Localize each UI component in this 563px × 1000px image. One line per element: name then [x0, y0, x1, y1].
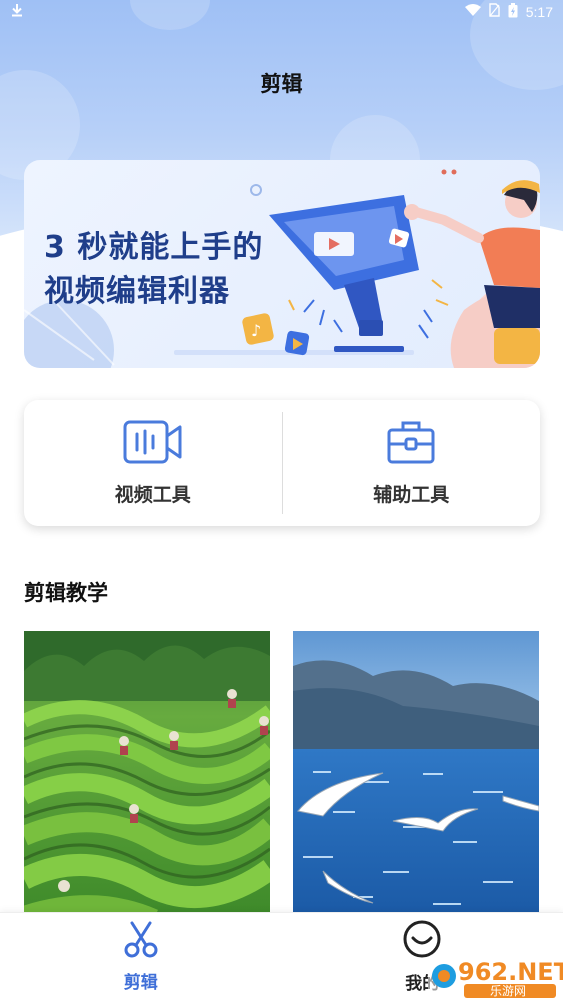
wifi-icon [464, 3, 481, 21]
status-bar: 5:17 [0, 0, 563, 24]
nav-label-edit: 剪辑 [123, 973, 158, 993]
video-camera-icon [123, 420, 183, 468]
site-watermark: 962.NET 乐游网 [428, 950, 563, 1000]
no-sim-icon [489, 3, 500, 21]
auxiliary-tools-button[interactable]: 辅助工具 [283, 400, 541, 526]
banner-headline-line2: 视频编辑利器 [44, 274, 230, 309]
status-time: 5:17 [525, 4, 553, 20]
section-title: 剪辑教学 [24, 581, 108, 605]
page-title: 剪辑 [260, 72, 303, 96]
video-tools-label: 视频工具 [114, 483, 191, 506]
nav-item-edit[interactable]: 剪辑 [0, 913, 282, 1000]
sea-seagulls-image [293, 631, 539, 916]
tools-card: 视频工具 辅助工具 [24, 400, 540, 526]
banner-headline-line1: 3 秒就能上手的 [44, 230, 264, 265]
video-tools-button[interactable]: 视频工具 [24, 400, 282, 526]
watermark-sub: 乐游网 [490, 984, 526, 998]
tea-plantation-image [24, 631, 270, 916]
svg-text:♪: ♪ [251, 321, 261, 340]
promo-banner[interactable]: ♪ 3 秒就能上手的 视频编辑利器 [24, 160, 540, 368]
battery-icon [508, 2, 518, 22]
scissors-icon [122, 920, 160, 962]
download-icon [10, 3, 24, 21]
auxiliary-tools-label: 辅助工具 [373, 483, 450, 506]
tutorial-card-tea-plantation[interactable] [24, 631, 270, 916]
tutorial-card-sea-seagulls[interactable] [293, 631, 539, 916]
watermark-brand: 962.NET [458, 958, 563, 986]
toolbox-icon [387, 420, 435, 468]
